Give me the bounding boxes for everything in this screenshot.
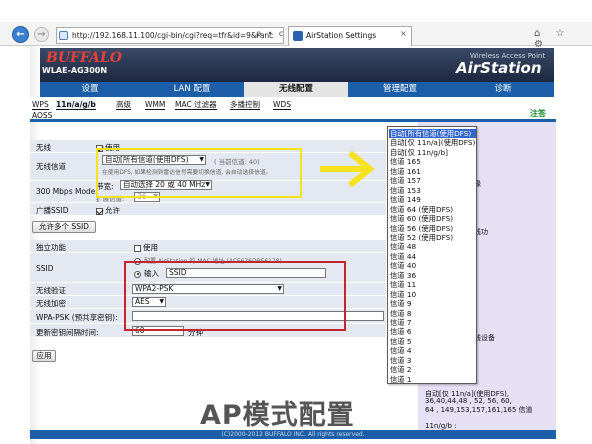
channel-label: 无线信道 [36, 162, 66, 171]
address-bar[interactable]: http://192.168.11.100/cgi-bin/cgi?req=tf… [56, 27, 284, 44]
dropdown-option[interactable]: 信道 9 [390, 299, 412, 308]
ssid-label: SSID [36, 264, 54, 273]
dropdown-option[interactable]: 信道 157 [390, 176, 421, 185]
independent-value: 使用 [143, 243, 158, 252]
row-broadcast: 广播SSID 允许 [30, 203, 386, 216]
auth-label: 无线验证 [36, 286, 66, 295]
dropdown-option[interactable]: 自动[仅 11n/a](使用DFS) [390, 138, 475, 147]
brand-logo: BUFFALO [46, 50, 123, 66]
dropdown-option[interactable]: 信道 153 [390, 186, 421, 195]
help-title: 注答 [530, 109, 546, 118]
checkbox-icon [134, 244, 141, 252]
dropdown-option[interactable]: 信道 56 (使用DFS) [390, 224, 453, 233]
page-margin [0, 46, 30, 444]
dropdown-option[interactable]: 信道 11 [390, 280, 416, 289]
apply-button[interactable]: 应用 [32, 350, 56, 362]
dropdown-option[interactable]: 信道 6 [390, 327, 412, 336]
page-icon [59, 31, 68, 40]
sub-tab-bar [30, 97, 556, 119]
dropdown-option[interactable]: 信道 36 [390, 271, 416, 280]
row-independent: 独立功能 使用 [30, 240, 386, 253]
wireless-label: 无线 [36, 143, 51, 152]
dropdown-option[interactable]: 信道 40 [390, 261, 416, 270]
checkbox-icon [96, 207, 103, 215]
broadcast-label: 广播SSID [36, 206, 69, 215]
footer-copyright: (C)2000-2012 BUFFALO INC. All rights res… [30, 430, 556, 439]
subtab-multicast[interactable]: 多播控制 [230, 100, 260, 110]
forward-arrow-icon: → [37, 29, 46, 40]
tab-favicon-icon [293, 31, 303, 41]
forward-button[interactable]: → [34, 27, 49, 42]
tab-admin[interactable]: 管理配置 [348, 82, 452, 97]
tab-close-icon[interactable]: × [400, 29, 407, 38]
subtab-advanced[interactable]: 高级 [116, 100, 131, 110]
dropdown-option[interactable]: 信道 7 [390, 318, 412, 327]
dropdown-option[interactable]: 信道 165 [390, 157, 421, 166]
tab-wireless[interactable]: 无线配置 [244, 82, 348, 97]
tab-lan[interactable]: LAN 配置 [140, 82, 244, 97]
subtab-wds[interactable]: WDS [273, 100, 291, 110]
help-line: 11n/g/b : [425, 421, 457, 430]
back-arrow-icon: ← [16, 29, 25, 40]
dropdown-option[interactable]: 信道 1 [390, 375, 412, 384]
caption-overlay: AP模式配置 [200, 400, 355, 431]
independent-label: 独立功能 [36, 243, 66, 252]
dropdown-option[interactable]: 信道 4 [390, 346, 412, 355]
dropdown-option[interactable]: 信道 2 [390, 365, 412, 374]
highlight-frame-red [124, 261, 346, 331]
channel-dropdown-list[interactable]: 自动[所有信道(使用DFS) 自动[仅 11n/a](使用DFS) 自动[仅 11n… [387, 126, 477, 384]
dropdown-option[interactable]: 信道 161 [390, 167, 421, 176]
broadcast-value: 允许 [105, 206, 120, 215]
dropdown-option[interactable]: 自动[仅 11n/g/b] [390, 148, 448, 157]
highlight-frame-yellow [96, 148, 302, 198]
yellow-arrow-icon [320, 150, 375, 188]
dropdown-option[interactable]: 信道 60 (使用DFS) [390, 214, 453, 223]
screenshot-root: ← → http://192.168.11.100/cgi-bin/cgi?re… [0, 0, 592, 444]
rekey-label: 更新密钥间隔时间: [36, 328, 99, 337]
dropdown-option[interactable]: 信道 48 [390, 242, 416, 251]
subtab-wmm[interactable]: WMM [145, 100, 166, 110]
browser-tab[interactable]: AirStation Settings [288, 26, 412, 46]
dropdown-option[interactable]: 信道 10 [390, 290, 416, 299]
subtab-11n[interactable]: 11n/a/g/b [56, 100, 96, 110]
subtab-mac-filter[interactable]: MAC 过滤器 [175, 100, 217, 110]
dropdown-option[interactable]: 自动[所有信道(使用DFS) [389, 129, 476, 138]
dropdown-option[interactable]: 信道 52 (使用DFS) [390, 233, 453, 242]
product-name: AirStation [456, 59, 542, 77]
encrypt-label: 无线加密 [36, 299, 66, 308]
browser-tools-icons[interactable]: ⌂ ☆ ⚙ [534, 28, 592, 50]
back-button[interactable]: ← [12, 26, 29, 43]
independent-enable[interactable]: 使用 [134, 242, 158, 253]
mode-label: 300 Mbps Mode [36, 187, 96, 196]
model-name: WLAE-AG300N [42, 66, 108, 75]
broadcast-enable[interactable]: 允许 [96, 205, 120, 216]
dropdown-option[interactable]: 信道 3 [390, 356, 412, 365]
multi-ssid-button[interactable]: 允许多个 SSID [32, 221, 96, 233]
tab-setup[interactable]: 设置 [40, 82, 140, 97]
help-line: 64 , 149,153,157,161,165 信道 [425, 406, 533, 415]
help-line: 36,40,44,48 , 52, 56, 60, [425, 397, 512, 406]
subtab-wps[interactable]: WPS [32, 100, 49, 110]
dropdown-option[interactable]: 信道 149 [390, 195, 421, 204]
dropdown-option[interactable]: 信道 8 [390, 309, 412, 318]
tab-diagnostic[interactable]: 诊断 [452, 82, 554, 97]
psk-label: WPA-PSK (预共享密钥): [36, 313, 118, 322]
dropdown-option[interactable]: 信道 44 [390, 252, 416, 261]
address-tools[interactable]: ρ • c [256, 29, 285, 38]
dropdown-option[interactable]: 信道 64 (使用DFS) [390, 205, 453, 214]
dropdown-option[interactable]: 信道 5 [390, 337, 412, 346]
